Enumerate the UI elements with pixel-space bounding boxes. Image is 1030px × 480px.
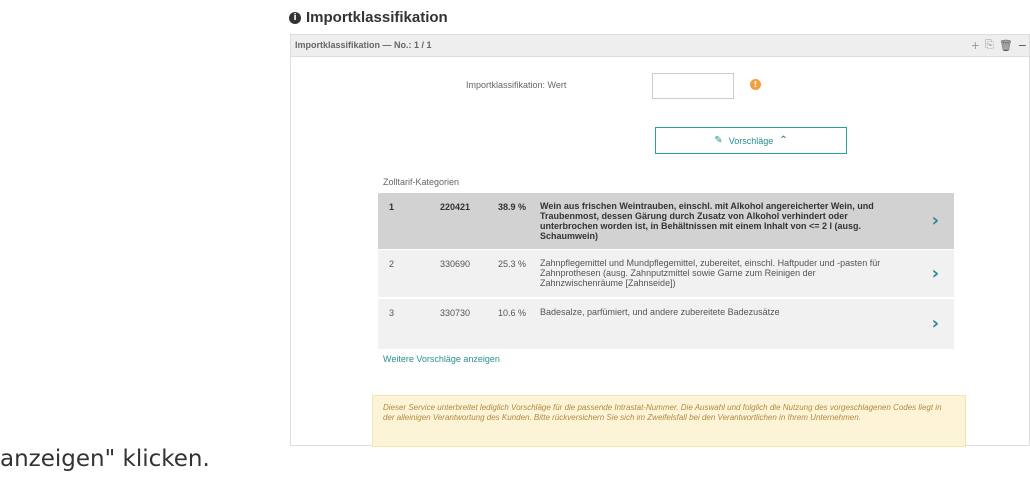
disclaimer-note: Dieser Service unterbreitet lediglich Vo… bbox=[372, 395, 966, 447]
section-title-text: Importklassifikation bbox=[306, 9, 448, 26]
chevron-right-icon[interactable]: › bbox=[932, 263, 939, 284]
trash-icon[interactable]: 🗑 bbox=[999, 39, 1013, 52]
row-rank: 1 bbox=[389, 202, 395, 212]
row-percentage: 38.9 % bbox=[498, 202, 527, 212]
panel-header: Importklassifikation — No.: 1 / 1 + ⎘ 🗑 … bbox=[291, 35, 1029, 57]
row-code: 330690 bbox=[440, 259, 471, 269]
panel-header-label: Importklassifikation — No.: 1 / 1 bbox=[295, 40, 432, 50]
row-rank: 3 bbox=[389, 308, 395, 318]
pencil-icon: ✎ bbox=[714, 135, 723, 146]
minus-icon[interactable]: − bbox=[1018, 39, 1027, 52]
info-circle-icon: i bbox=[289, 11, 301, 24]
row-description: Wein aus frischen Weintrauben, einschl. … bbox=[540, 201, 874, 241]
row-percentage: 10.6 % bbox=[498, 308, 527, 318]
classification-value-input[interactable] bbox=[652, 73, 734, 99]
section-title: i Importklassifikation bbox=[289, 9, 448, 26]
caption-text: anzeigen" klicken. bbox=[0, 446, 210, 472]
row-code: 220421 bbox=[440, 202, 471, 212]
chevron-up-icon: ⌃ bbox=[779, 135, 788, 146]
row-rank: 2 bbox=[389, 259, 395, 269]
suggestions-button[interactable]: ✎ Vorschläge ⌃ bbox=[655, 127, 847, 154]
chevron-right-icon[interactable]: › bbox=[932, 210, 939, 231]
more-suggestions-link[interactable]: Weitere Vorschläge anzeigen bbox=[383, 354, 500, 364]
field-label: Importklassifikation: Wert bbox=[466, 80, 567, 90]
plus-icon[interactable]: + bbox=[971, 39, 980, 52]
category-row[interactable]: 3 330730 10.6 % Badesalze, parfümiert, u… bbox=[378, 299, 954, 349]
row-code: 330730 bbox=[440, 308, 471, 318]
row-description: Badesalze, parfümiert, und andere zubere… bbox=[540, 307, 780, 317]
suggestions-button-label: Vorschläge bbox=[728, 135, 774, 146]
warning-icon: ! bbox=[750, 79, 761, 90]
copy-icon[interactable]: ⎘ bbox=[985, 38, 994, 52]
row-percentage: 25.3 % bbox=[498, 259, 527, 269]
category-row[interactable]: 1 220421 38.9 % Wein aus frischen Weintr… bbox=[378, 193, 954, 249]
row-description: Zahnpflegemittel und Mundpflegemittel, z… bbox=[540, 258, 881, 288]
category-row[interactable]: 2 330690 25.3 % Zahnpflegemittel und Mun… bbox=[378, 250, 954, 297]
chevron-right-icon[interactable]: › bbox=[932, 313, 939, 334]
categories-label: Zolltarif-Kategorien bbox=[383, 177, 460, 187]
panel-tools: + ⎘ 🗑 − bbox=[971, 38, 1027, 52]
